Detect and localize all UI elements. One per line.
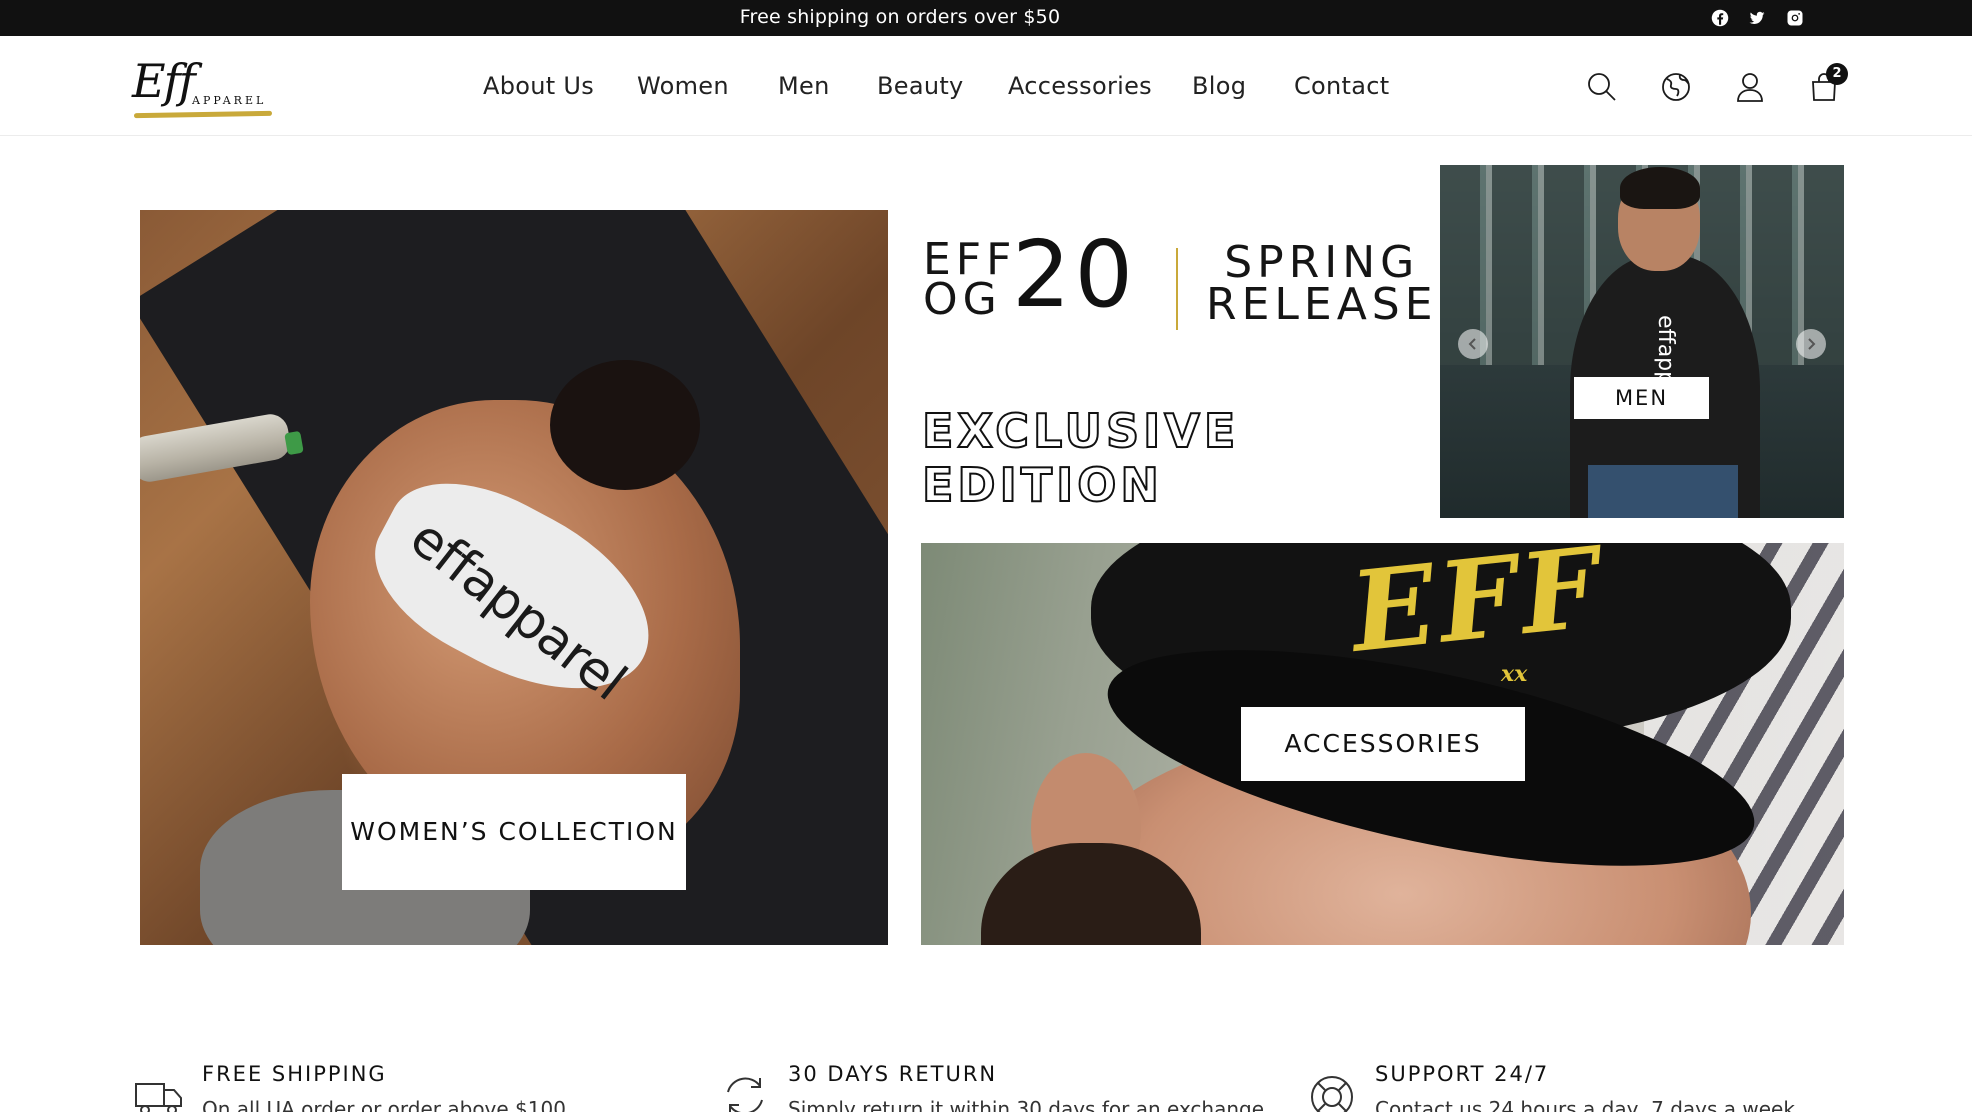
promo-number: 20	[1012, 221, 1138, 328]
nav-contact[interactable]: Contact	[1294, 72, 1389, 100]
nav-about-us[interactable]: About Us	[483, 72, 594, 100]
nav-men[interactable]: Men	[778, 72, 830, 100]
accessories-button[interactable]: ACCESSORIES	[1241, 707, 1525, 781]
nav-accessories[interactable]: Accessories	[1008, 72, 1152, 100]
feature-title: 30 DAYS RETURN	[788, 1062, 998, 1086]
search-icon[interactable]	[1584, 69, 1620, 105]
promo-spring-release: SPRING RELEASE	[1206, 237, 1438, 330]
men-button[interactable]: MEN	[1574, 377, 1709, 419]
feature-desc: Simply return it within 30 days for an e…	[788, 1097, 1265, 1112]
womens-collection-button[interactable]: WOMEN’S COLLECTION	[342, 774, 686, 890]
site-header: Eff APPAREL About Us Women Men Beauty Ac…	[0, 36, 1972, 136]
logo-subtitle: APPAREL	[192, 94, 267, 107]
men-slider[interactable]: effapp MEN	[1440, 165, 1844, 518]
announcement-bar: Free shipping on orders over $50	[0, 0, 1972, 36]
nav-beauty[interactable]: Beauty	[877, 72, 964, 100]
spring-release-promo: EFF OG 20 SPRING RELEASE EXCLUSIVE EDITI…	[920, 210, 1440, 514]
women-collection-banner[interactable]: effapparel WOMEN’S COLLECTION	[140, 210, 888, 945]
truck-icon	[134, 1072, 186, 1112]
feature-desc: On all UA order or order above $100	[202, 1097, 566, 1112]
twitter-icon[interactable]	[1747, 8, 1767, 28]
cart-count-badge: 2	[1826, 63, 1848, 85]
brand-logo[interactable]: Eff APPAREL	[132, 54, 278, 122]
facebook-icon[interactable]	[1710, 8, 1730, 28]
promo-spring: SPRING	[1224, 237, 1420, 288]
feature-desc: Contact us 24 hours a day, 7 days a week	[1375, 1097, 1795, 1112]
promo-og: OG	[923, 274, 1002, 325]
globe-icon[interactable]	[1658, 69, 1694, 105]
promo-exclusive-edition: EXCLUSIVE EDITION	[921, 403, 1240, 513]
promo-eff-og: EFF OG	[923, 238, 1016, 325]
promo-divider	[1176, 248, 1178, 330]
logo-underline	[133, 110, 273, 119]
slider-next-button[interactable]	[1796, 329, 1826, 359]
cart-icon[interactable]: 2	[1806, 63, 1848, 105]
nav-women[interactable]: Women	[637, 72, 729, 100]
logo-script: Eff	[132, 54, 196, 108]
slider-prev-button[interactable]	[1458, 329, 1488, 359]
feature-title: SUPPORT 24/7	[1375, 1062, 1550, 1086]
men-model-jeans	[1588, 465, 1738, 518]
feature-title: FREE SHIPPING	[202, 1062, 387, 1086]
promo-release: RELEASE	[1206, 279, 1438, 330]
lifebuoy-icon	[1307, 1072, 1359, 1112]
model-hair	[550, 360, 700, 490]
cap-logo-sub: xx	[1501, 661, 1528, 687]
instagram-icon[interactable]	[1785, 8, 1805, 28]
announcement-text: Free shipping on orders over $50	[739, 6, 1061, 28]
account-icon[interactable]	[1732, 69, 1768, 105]
accessories-banner[interactable]: EFF xx ACCESSORIES	[921, 543, 1844, 945]
nav-blog[interactable]: Blog	[1192, 72, 1246, 100]
men-model-hair	[1620, 167, 1700, 209]
return-icon	[720, 1072, 772, 1112]
shirt-brand-print: effapp	[1653, 315, 1678, 386]
